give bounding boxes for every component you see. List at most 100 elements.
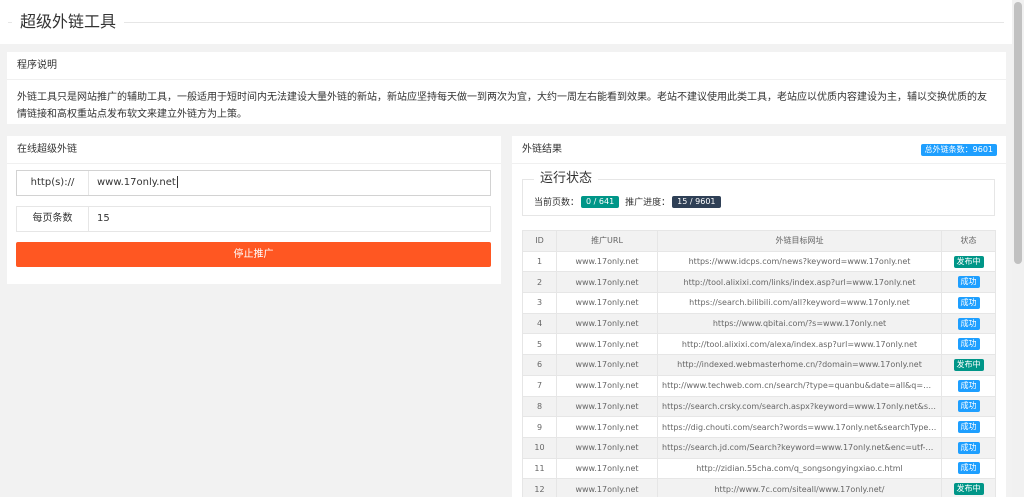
- row-target-url: http://tool.alixixi.com/links/index.asp?…: [657, 271, 942, 294]
- row-target-url: http://www.7c.com/siteall/www.17only.net…: [657, 478, 942, 497]
- row-target-url: http://indexed.webmasterhome.cn/?domain=…: [657, 354, 942, 376]
- row-target-url: https://search.bilibili.com/all?keyword=…: [657, 292, 942, 314]
- per-page-label: 每页条数: [17, 207, 89, 231]
- row-id: 6: [522, 354, 557, 376]
- per-page-row: 每页条数 15: [16, 206, 491, 232]
- progress-badge: 15 / 9601: [672, 195, 721, 208]
- table-row: 5 www.17only.net http://tool.alixixi.com/a…: [522, 333, 996, 356]
- per-page-input[interactable]: 15: [89, 207, 490, 231]
- row-status-cell: 成功: [941, 333, 996, 356]
- description-text: 外链工具只是网站推广的辅助工具，一般适用于短时间内无法建设大量外链的新站，新站应…: [17, 92, 987, 120]
- progress-label: 推广进度：: [625, 198, 671, 208]
- results-title-text: 外链结果: [522, 144, 562, 155]
- header-divider: [8, 22, 1004, 23]
- row-status-cell: 发布中: [941, 478, 996, 497]
- row-id: 8: [522, 395, 557, 418]
- results-title: 外链结果 总外链条数：9601: [512, 136, 1006, 164]
- status-badge: 发布中: [953, 255, 984, 268]
- table-row: 1 www.17only.net https://www.idcps.com/new…: [522, 250, 996, 273]
- url-input[interactable]: www.17only.net: [89, 171, 490, 195]
- current-page-label: 当前页数：: [534, 198, 580, 208]
- column-header-target: 外链目标网址: [657, 230, 942, 252]
- table-header-row: ID 推广URL 外链目标网址 状态: [522, 230, 996, 252]
- row-url: www.17only.net: [556, 312, 658, 335]
- table-row: 6 www.17only.net http://indexed.webmasterh…: [522, 354, 996, 376]
- vertical-scrollbar[interactable]: [1012, 0, 1024, 497]
- row-url: www.17only.net: [556, 436, 658, 459]
- row-target-url: https://www.idcps.com/news?keyword=www.1…: [657, 250, 942, 273]
- row-url: www.17only.net: [556, 457, 658, 480]
- row-id: 12: [522, 478, 557, 497]
- row-status-cell: 成功: [941, 395, 996, 418]
- results-table: ID 推广URL 外链目标网址 状态 1 www.17only.net https:…: [522, 230, 996, 497]
- row-url: www.17only.net: [556, 354, 658, 376]
- row-url: www.17only.net: [556, 478, 658, 497]
- row-status-cell: 成功: [941, 416, 996, 438]
- description-card: 程序说明 外链工具只是网站推广的辅助工具，一般适用于短时间内无法建设大量外链的新…: [7, 52, 1006, 124]
- table-row: 3 www.17only.net https://search.bilibili.c…: [522, 292, 996, 314]
- row-target-url: http://www.techweb.com.cn/search/?type=q…: [657, 374, 942, 397]
- total-links-badge: 总外链条数：9601: [920, 144, 997, 156]
- description-title: 程序说明: [7, 52, 1006, 80]
- table-row: 7 www.17only.net http://www.techweb.com.cn…: [522, 374, 996, 397]
- status-badge: 发布中: [953, 358, 984, 371]
- row-id: 5: [522, 333, 557, 356]
- status-badge: 成功: [957, 400, 980, 413]
- row-status-cell: 成功: [941, 271, 996, 294]
- table-row: 9 www.17only.net https://dig.chouti.com/se…: [522, 416, 996, 438]
- row-status-cell: 发布中: [941, 354, 996, 376]
- column-header-id: ID: [522, 230, 557, 252]
- column-header-status: 状态: [941, 230, 996, 252]
- row-target-url: https://dig.chouti.com/search?words=www.…: [657, 416, 942, 438]
- text-caret: [176, 176, 178, 188]
- row-id: 1: [522, 250, 557, 273]
- url-row: http(s):// www.17only.net: [16, 170, 491, 196]
- row-id: 7: [522, 374, 557, 397]
- table-row: 12 www.17only.net http://www.7c.com/siteal…: [522, 478, 996, 497]
- row-status-cell: 发布中: [941, 250, 996, 273]
- page-header: 超级外链工具: [0, 0, 1012, 44]
- scrollbar-thumb[interactable]: [1014, 2, 1022, 264]
- row-target-url: https://search.crsky.com/search.aspx?key…: [657, 395, 942, 418]
- column-header-url: 推广URL: [556, 230, 658, 252]
- stop-promotion-button[interactable]: 停止推广: [16, 242, 491, 267]
- row-id: 10: [522, 436, 557, 459]
- row-id: 3: [522, 292, 557, 314]
- status-badge: 成功: [957, 462, 980, 475]
- run-status-title: 运行状态: [534, 171, 599, 187]
- status-badge: 成功: [957, 421, 980, 434]
- row-url: www.17only.net: [556, 271, 658, 294]
- status-badge: 成功: [957, 276, 980, 289]
- url-label: http(s)://: [17, 171, 89, 195]
- form-title: 在线超级外链: [7, 136, 501, 164]
- row-url: www.17only.net: [556, 333, 658, 356]
- run-status-line: 当前页数： 0 / 641 推广进度： 15 / 9601: [534, 195, 727, 208]
- current-page-badge: 0 / 641: [581, 195, 620, 208]
- row-url: www.17only.net: [556, 374, 658, 397]
- row-status-cell: 成功: [941, 436, 996, 459]
- row-target-url: http://tool.alixixi.com/alexa/index.asp?…: [657, 333, 942, 356]
- page-title: 超级外链工具: [12, 10, 125, 34]
- table-row: 10 www.17only.net https://search.jd.com/Se…: [522, 436, 996, 459]
- status-badge: 成功: [957, 296, 980, 309]
- table-row: 4 www.17only.net https://www.qbitai.com/?s…: [522, 312, 996, 335]
- row-target-url: http://zidian.55cha.com/q_songsongyingxi…: [657, 457, 942, 480]
- row-id: 9: [522, 416, 557, 438]
- status-badge: 成功: [957, 379, 980, 392]
- table-row: 2 www.17only.net http://tool.alixixi.com/l…: [522, 271, 996, 294]
- form-card: 在线超级外链 http(s):// www.17only.net 每页条数 15…: [7, 136, 501, 284]
- row-id: 11: [522, 457, 557, 480]
- row-url: www.17only.net: [556, 292, 658, 314]
- row-target-url: https://search.jd.com/Search?keyword=www…: [657, 436, 942, 459]
- row-status-cell: 成功: [941, 374, 996, 397]
- row-status-cell: 成功: [941, 457, 996, 480]
- row-status-cell: 成功: [941, 312, 996, 335]
- row-id: 2: [522, 271, 557, 294]
- table-row: 11 www.17only.net http://zidian.55cha.com/…: [522, 457, 996, 480]
- results-card: 外链结果 总外链条数：9601 运行状态 当前页数： 0 / 641 推广进度：…: [512, 136, 1006, 497]
- status-badge: 成功: [957, 317, 980, 330]
- table-row: 8 www.17only.net https://search.crsky.com/…: [522, 395, 996, 418]
- row-target-url: https://www.qbitai.com/?s=www.17only.net: [657, 312, 942, 335]
- status-badge: 成功: [957, 441, 980, 454]
- url-input-value: www.17only.net: [97, 177, 176, 188]
